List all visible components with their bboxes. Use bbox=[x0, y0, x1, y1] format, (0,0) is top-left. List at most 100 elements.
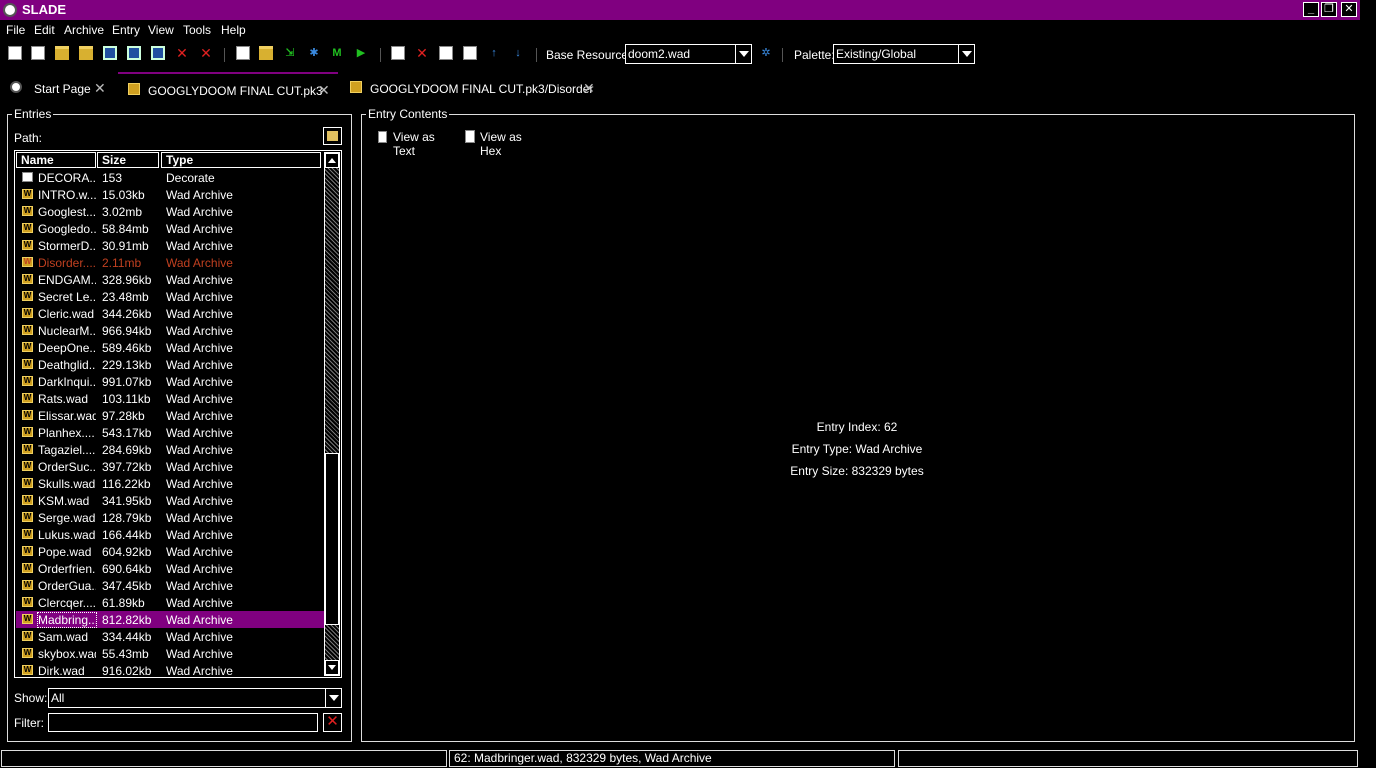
entry-row[interactable]: W Rats.wad 103.11kb Wad Archive bbox=[16, 390, 324, 407]
entry-list[interactable]: Name Size Type DECORA... 153 Decorate W INTR… bbox=[14, 150, 342, 678]
entry-row[interactable]: W Pope.wad 604.92kb Wad Archive bbox=[16, 543, 324, 560]
tab-start-page[interactable]: Start Page ✕ bbox=[0, 72, 116, 102]
window-title: SLADE bbox=[22, 2, 67, 17]
scrollbar-thumb[interactable] bbox=[325, 453, 339, 625]
menu-edit[interactable]: Edit bbox=[34, 23, 55, 37]
menu-file[interactable]: File bbox=[6, 23, 25, 37]
entry-row[interactable]: W Tagaziel.... 284.69kb Wad Archive bbox=[16, 441, 324, 458]
tab-googlydoom-pk3[interactable]: GOOGLYDOOM FINAL CUT.pk3 ✕ bbox=[118, 72, 338, 102]
entry-row[interactable]: W Lukus.wad 166.44kb Wad Archive bbox=[16, 526, 324, 543]
column-header-name[interactable]: Name bbox=[16, 152, 96, 168]
column-header-type[interactable]: Type bbox=[161, 152, 321, 168]
entry-row[interactable]: W Orderfrien... 690.64kb Wad Archive bbox=[16, 560, 324, 577]
show-select[interactable]: All bbox=[48, 688, 342, 708]
menu-help[interactable]: Help bbox=[221, 23, 246, 37]
build-icon[interactable]: ✱ bbox=[307, 46, 321, 60]
entry-size: 341.95kb bbox=[102, 494, 152, 508]
save-all-icon[interactable] bbox=[151, 46, 165, 60]
entry-row[interactable]: W Planhex.... 543.17kb Wad Archive bbox=[16, 424, 324, 441]
entry-row[interactable]: W INTRO.w... 15.03kb Wad Archive bbox=[16, 186, 324, 203]
clear-filter-button[interactable]: ✕ bbox=[323, 713, 342, 732]
entry-type: Wad Archive bbox=[166, 477, 233, 491]
entry-row[interactable]: W DeepOne... 589.46kb Wad Archive bbox=[16, 339, 324, 356]
new-zip-icon[interactable] bbox=[31, 46, 45, 60]
chevron-down-icon[interactable] bbox=[958, 45, 974, 63]
entry-type: Wad Archive bbox=[166, 511, 233, 525]
entry-row[interactable]: W Dirk.wad 916.02kb Wad Archive bbox=[16, 662, 324, 679]
save-as-icon[interactable] bbox=[127, 46, 141, 60]
tab-googlydoom-disorder[interactable]: GOOGLYDOOM FINAL CUT.pk3/Disorder ✕ bbox=[340, 72, 602, 102]
close-icon[interactable]: ✕ bbox=[318, 82, 330, 99]
entry-type: Entry Type: Wad Archive bbox=[791, 442, 923, 456]
entry-row[interactable]: W Deathglid... 229.13kb Wad Archive bbox=[16, 356, 324, 373]
entry-row[interactable]: W DarkInqui... 991.07kb Wad Archive bbox=[16, 373, 324, 390]
entry-size: 153 bbox=[102, 171, 123, 185]
entry-row[interactable]: W KSM.wad 341.95kb Wad Archive bbox=[16, 492, 324, 509]
menu-view[interactable]: View bbox=[148, 23, 174, 37]
entry-row[interactable]: W Cleric.wad 344.26kb Wad Archive bbox=[16, 305, 324, 322]
entry-row[interactable]: W Sam.wad 334.44kb Wad Archive bbox=[16, 628, 324, 645]
restore-button[interactable]: ❐ bbox=[1321, 2, 1337, 17]
delete-entry-icon[interactable]: ✕ bbox=[415, 46, 429, 60]
view-as-text-label: View as Text bbox=[393, 130, 435, 158]
entry-row[interactable]: W Googledo... 58.84mb Wad Archive bbox=[16, 220, 324, 237]
entry-row[interactable]: W OrderGua... 347.45kb Wad Archive bbox=[16, 577, 324, 594]
scroll-up-icon[interactable] bbox=[325, 153, 339, 168]
column-header-size[interactable]: Size bbox=[97, 152, 159, 168]
entry-size: 812.82kb bbox=[102, 613, 152, 627]
close-archive-icon[interactable]: ✕ bbox=[175, 46, 189, 60]
new-entry-icon[interactable] bbox=[236, 46, 250, 60]
base-resource-settings-icon[interactable]: ✲ bbox=[759, 46, 773, 60]
rename-entry-icon[interactable] bbox=[391, 46, 405, 60]
entry-name: INTRO.w... bbox=[38, 188, 96, 202]
entry-row[interactable]: W Secret Le... 23.48mb Wad Archive bbox=[16, 288, 324, 305]
entry-row[interactable]: W Madbring... 812.82kb Wad Archive bbox=[16, 611, 324, 628]
palette-select[interactable]: Existing/Global bbox=[833, 44, 975, 64]
base-resource-select[interactable]: doom2.wad bbox=[625, 44, 752, 64]
move-down-icon[interactable]: ↓ bbox=[511, 46, 525, 60]
open-archive-icon[interactable] bbox=[55, 46, 69, 60]
export-entry-icon[interactable] bbox=[463, 46, 477, 60]
close-icon[interactable]: ✕ bbox=[583, 80, 595, 97]
entry-row[interactable]: W ENDGAM... 328.96kb Wad Archive bbox=[16, 271, 324, 288]
run-icon[interactable]: ▶ bbox=[354, 46, 368, 60]
minimize-button[interactable]: _ bbox=[1303, 2, 1319, 17]
chevron-down-icon[interactable] bbox=[325, 689, 341, 707]
menu-tools[interactable]: Tools bbox=[183, 23, 211, 37]
entry-row[interactable]: W OrderSuc... 397.72kb Wad Archive bbox=[16, 458, 324, 475]
close-all-icon[interactable]: ✕ bbox=[199, 46, 213, 60]
entry-list-scrollbar[interactable] bbox=[324, 152, 340, 676]
import-files-icon[interactable]: ⇲ bbox=[283, 46, 297, 60]
entry-row[interactable]: Wskybox.wad 55.43mb Wad Archive bbox=[16, 645, 324, 662]
entry-row[interactable]: W Googlest... 3.02mb Wad Archive bbox=[16, 203, 324, 220]
entry-row[interactable]: W Clercqer.... 61.89kb Wad Archive bbox=[16, 594, 324, 611]
entry-row[interactable]: W Serge.wad 128.79kb Wad Archive bbox=[16, 509, 324, 526]
save-icon[interactable] bbox=[103, 46, 117, 60]
view-as-hex-button[interactable]: View as Hex bbox=[464, 130, 544, 158]
entry-row[interactable]: W NuclearM... 966.94kb Wad Archive bbox=[16, 322, 324, 339]
menu-archive[interactable]: Archive bbox=[64, 23, 104, 37]
close-button[interactable]: ✕ bbox=[1341, 2, 1357, 17]
up-directory-button[interactable] bbox=[323, 127, 342, 145]
scroll-down-icon[interactable] bbox=[325, 660, 339, 675]
menu-entry[interactable]: Entry bbox=[112, 23, 140, 37]
close-icon[interactable]: ✕ bbox=[94, 80, 106, 97]
open-directory-icon[interactable] bbox=[79, 46, 93, 60]
import-entry-icon[interactable] bbox=[439, 46, 453, 60]
entry-type: Wad Archive bbox=[166, 596, 233, 610]
chevron-down-icon[interactable] bbox=[735, 45, 751, 63]
map-editor-icon[interactable]: M bbox=[330, 46, 344, 60]
entry-size: 103.11kb bbox=[102, 392, 151, 406]
entry-row[interactable]: W Elissar.wad 97.28kb Wad Archive bbox=[16, 407, 324, 424]
view-as-hex-label: View as Hex bbox=[480, 130, 522, 158]
new-wad-icon[interactable] bbox=[8, 46, 22, 60]
entry-row[interactable]: W StormerD... 30.91mb Wad Archive bbox=[16, 237, 324, 254]
view-as-text-button[interactable]: View as Text bbox=[376, 130, 456, 158]
entry-row[interactable]: W Skulls.wad 116.22kb Wad Archive bbox=[16, 475, 324, 492]
new-directory-icon[interactable] bbox=[259, 46, 273, 60]
entry-row[interactable]: DECORA... 153 Decorate bbox=[16, 169, 324, 186]
entry-row[interactable]: W Disorder.... 2.11mb Wad Archive bbox=[16, 254, 324, 271]
entry-name: Sam.wad bbox=[38, 630, 89, 644]
filter-input[interactable] bbox=[48, 713, 318, 732]
move-up-icon[interactable]: ↑ bbox=[487, 46, 501, 60]
